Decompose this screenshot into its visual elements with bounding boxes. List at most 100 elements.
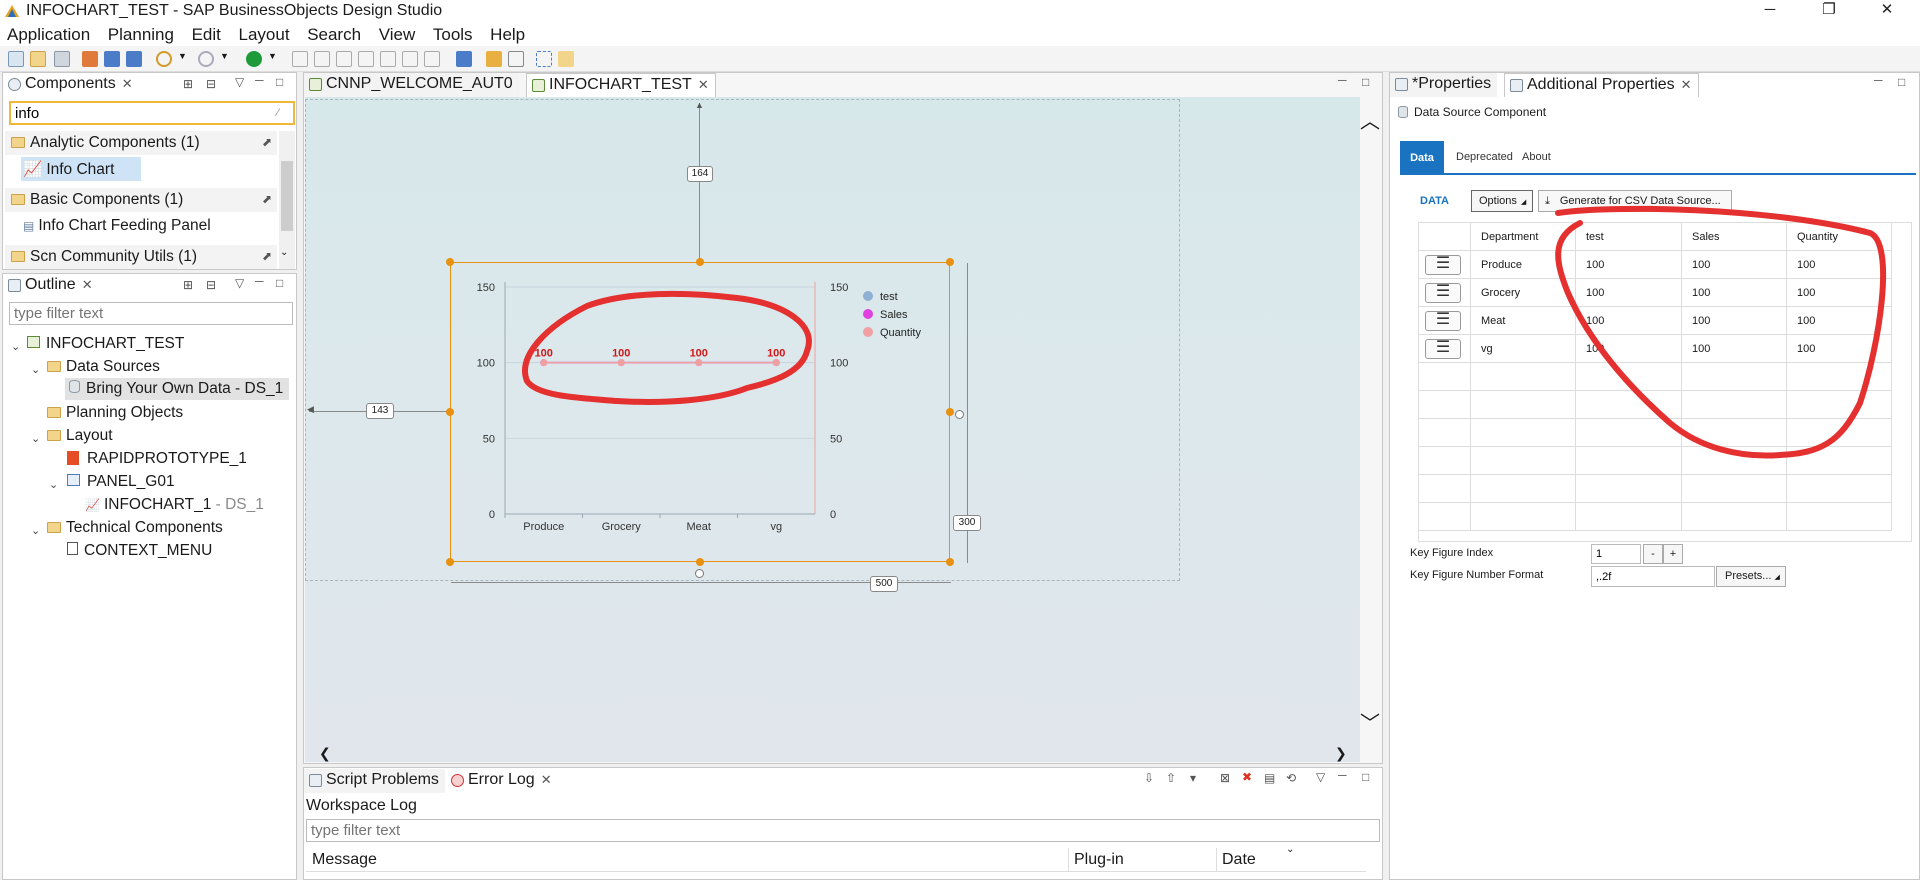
tab-components[interactable]: Components ✕ (3, 73, 139, 97)
view-menu-icon[interactable]: ▽ (235, 276, 244, 290)
minimize-view-icon[interactable]: ─ (1338, 768, 1347, 782)
resize-icon[interactable] (424, 51, 440, 67)
group-basic[interactable]: Basic Components (1) ⬈ (5, 188, 277, 212)
subtab-data[interactable]: Data (1400, 141, 1444, 175)
tree-rapid[interactable]: RAPIDPROTOTYPE_1 (67, 450, 247, 468)
row-handle[interactable]: ☰ (1419, 335, 1471, 363)
outline-filter-input[interactable] (9, 302, 293, 325)
tree-chart[interactable]: 📈 INFOCHART_1 - DS_1 (85, 496, 264, 514)
log-filter-input[interactable] (306, 819, 1380, 842)
components-icon[interactable] (82, 51, 98, 67)
export-log-icon[interactable]: ⇩ (1144, 771, 1154, 785)
maximize-view-icon[interactable]: □ (276, 75, 283, 89)
view-menu-icon[interactable]: ▽ (235, 75, 244, 89)
tree-planning[interactable]: Planning Objects (47, 404, 183, 422)
components-scrollbar[interactable]: ⌄ (279, 131, 295, 269)
minimize-button[interactable]: ─ (1747, 0, 1793, 22)
restore-log-icon[interactable]: ⟲ (1286, 771, 1296, 785)
chevron-down-icon[interactable]: ⌄ (31, 432, 40, 445)
menu-icon[interactable]: ☰ (1425, 311, 1461, 331)
increment-button[interactable]: + (1663, 544, 1683, 564)
minimize-view-icon[interactable]: ─ (255, 274, 264, 288)
menu-search[interactable]: Search (300, 22, 368, 45)
minimize-view-icon[interactable]: ─ (255, 73, 264, 87)
tab-script-problems[interactable]: Script Problems (304, 769, 445, 793)
close-icon[interactable]: ✕ (1681, 77, 1692, 92)
tree-layout[interactable]: Layout (47, 427, 113, 445)
pin-icon[interactable]: ⬈ (262, 135, 272, 149)
column-date[interactable]: Date (1222, 851, 1256, 869)
row-handle[interactable]: ☰ (1419, 307, 1471, 335)
scroll-right-icon[interactable]: ❯ (1335, 745, 1347, 762)
components-search-input[interactable] (9, 101, 295, 125)
menu-application[interactable]: Application (0, 22, 97, 45)
scroll-up-icon[interactable]: ︿ (1360, 105, 1380, 134)
row-handle[interactable]: ☰ (1419, 279, 1471, 307)
key-figure-index-input[interactable] (1591, 544, 1641, 564)
align-right-icon[interactable] (336, 51, 352, 67)
delete-icon[interactable]: ✖ (1242, 770, 1252, 784)
align-center-icon[interactable] (314, 51, 330, 67)
expand-icon[interactable]: ⊞ (183, 77, 193, 91)
tree-root[interactable]: INFOCHART_TEST (27, 335, 184, 353)
resize-handle[interactable] (955, 410, 964, 419)
close-button[interactable]: ✕ (1864, 0, 1910, 22)
align-middle-icon[interactable] (380, 51, 396, 67)
scrollbar-thumb[interactable] (281, 161, 293, 231)
pin-icon[interactable]: ⬈ (262, 192, 272, 206)
close-icon[interactable]: ✕ (82, 277, 93, 292)
align-left-icon[interactable] (292, 51, 308, 67)
tab-outline[interactable]: Outline ✕ (3, 274, 99, 298)
scroll-left-icon[interactable]: ❮ (319, 745, 331, 762)
tab-cnnp[interactable]: CNNP_WELCOME_AUT0 (304, 73, 519, 97)
subtab-about[interactable]: About (1522, 151, 1551, 163)
brush-icon[interactable] (486, 51, 502, 67)
chevron-down-icon[interactable]: ⌄ (31, 363, 40, 376)
column-message[interactable]: Message (312, 851, 377, 869)
list-item-feeding-panel[interactable]: ▤ Info Chart Feeding Panel (21, 214, 261, 238)
save-icon[interactable] (54, 51, 70, 67)
tree-technical[interactable]: Technical Components (47, 519, 223, 537)
collapse-icon[interactable]: ⊟ (206, 278, 216, 292)
menu-view[interactable]: View (372, 22, 423, 45)
preview-icon[interactable] (456, 51, 472, 67)
tab-properties[interactable]: *Properties (1390, 73, 1498, 97)
chevron-down-icon[interactable]: ▾ (1190, 771, 1196, 785)
decrement-button[interactable]: - (1643, 544, 1663, 564)
close-icon[interactable]: ✕ (122, 76, 133, 91)
clear-log-icon[interactable]: ⊠ (1220, 771, 1230, 785)
list-icon[interactable] (104, 51, 120, 67)
tab-infochart[interactable]: INFOCHART_TEST ✕ (526, 73, 716, 97)
menu-layout[interactable]: Layout (232, 22, 297, 45)
scroll-down-icon[interactable]: ﹀ (1360, 707, 1380, 736)
align-top-icon[interactable] (358, 51, 374, 67)
align-bottom-icon[interactable] (402, 51, 418, 67)
chevron-down-icon[interactable]: ▼ (268, 51, 284, 67)
minimize-view-icon[interactable]: ─ (1338, 73, 1347, 87)
grid-icon[interactable] (126, 51, 142, 67)
menu-help[interactable]: Help (483, 22, 532, 45)
tree-panel[interactable]: PANEL_G01 (67, 473, 175, 491)
chevron-down-icon[interactable]: ⌄ (49, 478, 58, 491)
list-item-info-chart[interactable]: 📈 Info Chart (21, 157, 141, 181)
resize-handle[interactable] (695, 569, 704, 578)
tab-additional-properties[interactable]: Additional Properties ✕ (1504, 73, 1699, 97)
subtab-deprecated[interactable]: Deprecated (1456, 151, 1513, 163)
chevron-down-icon[interactable]: ⌄ (31, 524, 40, 537)
expand-icon[interactable]: ⊞ (183, 278, 193, 292)
redo-icon[interactable] (198, 51, 214, 67)
tree-context-menu[interactable]: CONTEXT_MENU (67, 542, 212, 560)
maximize-view-icon[interactable]: □ (276, 276, 283, 290)
clear-icon[interactable]: ⁄ (277, 107, 279, 119)
tree-ds-item[interactable]: Bring Your Own Data - DS_1 (65, 378, 289, 400)
presets-button[interactable]: Presets... ◢ (1716, 566, 1786, 587)
open-icon[interactable] (30, 51, 46, 67)
menu-icon[interactable]: ☰ (1425, 339, 1461, 359)
menu-planning[interactable]: Planning (101, 22, 181, 45)
close-icon[interactable]: ✕ (698, 77, 709, 92)
import-log-icon[interactable]: ⇧ (1166, 771, 1176, 785)
menu-tools[interactable]: Tools (426, 22, 480, 45)
menu-icon[interactable]: ☰ (1425, 255, 1461, 275)
chevron-down-icon[interactable]: ▼ (178, 51, 194, 67)
run-icon[interactable] (246, 51, 262, 67)
